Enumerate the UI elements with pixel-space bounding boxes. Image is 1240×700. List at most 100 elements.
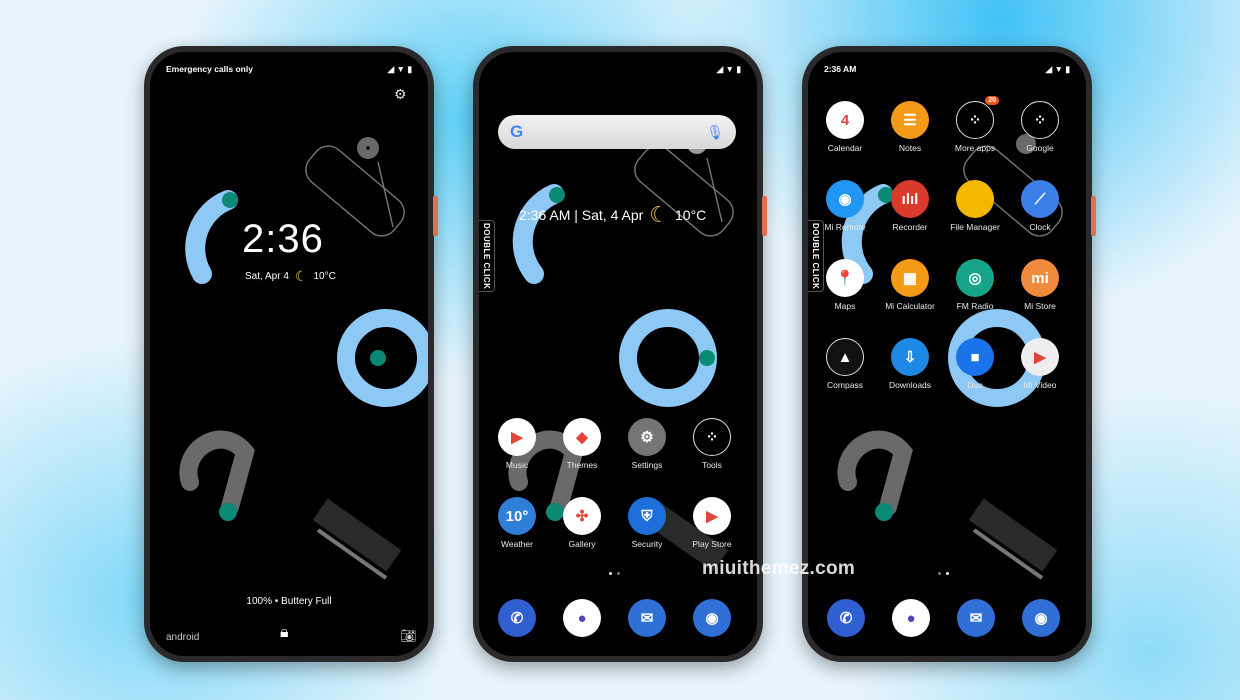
status-icons: ◢ ▼ ▮ (387, 63, 412, 74)
icon-glyph: ● (577, 609, 587, 627)
app-label: Compass (827, 380, 863, 390)
app-gallery[interactable]: ✣ Gallery (550, 497, 614, 549)
icon-glyph: ▦ (902, 270, 918, 287)
app-play-store[interactable]: ▶ Play Store (680, 497, 744, 549)
lock-date-weather: Sat, Apr 4 ☾ 10°C (245, 268, 336, 285)
app-duo[interactable]: ■ Duo (943, 338, 1007, 390)
app-notes[interactable]: ☰ Notes (878, 101, 942, 153)
app-compass[interactable]: ▲ Compass (813, 338, 877, 390)
icon-glyph: 📍 (835, 270, 855, 287)
app-label: Play Store (692, 539, 732, 549)
notes-icon: ☰ (891, 101, 929, 139)
app-tools[interactable]: ⁘ Tools (680, 418, 744, 470)
dock-camera-button[interactable]: ◉ (680, 599, 744, 637)
icon-glyph: ✆ (839, 610, 853, 627)
app-label: Music (505, 460, 529, 470)
double-click-tab[interactable]: DOUBLE CLICK (479, 220, 495, 292)
clock-weather-widget[interactable]: 2:36 AM | Sat, 4 Apr ☾ 10°C (519, 202, 706, 228)
app-clock[interactable]: ⟋ Clock (1008, 180, 1072, 232)
app-label: File Manager (950, 222, 1000, 232)
microphone-icon[interactable]: 🎙︎ (706, 124, 724, 141)
google-icon: ⁘ (1021, 101, 1059, 139)
app-calendar[interactable]: 4 Calendar (813, 101, 877, 153)
app-google[interactable]: ⁘ Google (1008, 101, 1072, 153)
icon-glyph: ◎ (968, 270, 982, 287)
android-logo: android (166, 632, 200, 643)
app-file-manager[interactable]: File Manager (943, 180, 1007, 232)
music-icon: ▶ (498, 418, 536, 456)
tools-icon: ⁘ (693, 418, 731, 456)
app-music[interactable]: ▶ Music (485, 418, 549, 470)
icon-glyph: ılıl (901, 190, 919, 208)
icon-glyph: ✉ (969, 610, 983, 627)
app-settings[interactable]: ⚙ Settings (615, 418, 679, 470)
browser-icon: ● (892, 599, 930, 637)
app-label: More apps (954, 143, 996, 153)
camera-icon: ◉ (1022, 599, 1060, 637)
app-mi-remote[interactable]: ◉ Mi Remote (813, 180, 877, 232)
icon-glyph: 10° (505, 507, 529, 525)
app-downloads[interactable]: ⇩ Downloads (878, 338, 942, 390)
phone-icon: ✆ (827, 599, 865, 637)
maps-icon: 📍 (826, 259, 864, 297)
notification-badge: 20 (985, 96, 999, 105)
app-security[interactable]: ⛨ Security (615, 497, 679, 549)
dock-phone-button[interactable]: ✆ (814, 599, 878, 637)
app-label: Notes (898, 143, 922, 153)
more-apps-icon: ⁘ 20 (956, 96, 999, 139)
play-store-icon: ▶ (693, 497, 731, 535)
app-label: Settings (631, 460, 663, 470)
icon-glyph: ◉ (1034, 610, 1048, 627)
app-more-apps[interactable]: ⁘ 20 More apps (943, 96, 1007, 153)
mi-video-icon: ▶ (1021, 338, 1059, 376)
camera-icon: ◉ (693, 599, 731, 637)
app-label: Security (631, 539, 663, 549)
app-themes[interactable]: ◆ Themes (550, 418, 614, 470)
phone-lockscreen: Emergency calls only ◢ ▼ ▮ ⚙ 2:36 Sat, Ap… (144, 46, 438, 662)
power-button (762, 196, 767, 236)
app-label: Clock (1029, 222, 1051, 232)
icon-glyph: ⇩ (903, 349, 917, 366)
app-mi-store[interactable]: mi Mi Store (1008, 259, 1072, 311)
app-recorder[interactable]: ılıl Recorder (878, 180, 942, 232)
app-fm-radio[interactable]: ◎ FM Radio (943, 259, 1007, 311)
gallery-icon: ✣ (563, 497, 601, 535)
security-icon: ⛨ (628, 497, 666, 535)
dock-camera-button[interactable]: ◉ (1009, 599, 1073, 637)
wallpaper (179, 137, 428, 580)
widget-time-date: 2:36 AM | Sat, 4 Apr (519, 207, 644, 223)
battery-status: 100% • Buttery Full (246, 596, 332, 607)
icon-glyph: ⛨ (641, 507, 653, 525)
app-mi-video[interactable]: ▶ Mi Video (1008, 338, 1072, 390)
dock-browser-button[interactable]: ● (879, 599, 943, 637)
icon-glyph: ⁘ (1033, 112, 1047, 129)
settings-icon[interactable]: ⚙ (394, 86, 407, 103)
app-label: Downloads (888, 380, 932, 390)
app-label: Google (1026, 143, 1054, 153)
mi-store-icon: mi (1021, 259, 1059, 297)
lock-date: Sat, Apr 4 (245, 271, 289, 282)
phone-icon: ✆ (498, 599, 536, 637)
dock-messages-button[interactable]: ✉ (944, 599, 1008, 637)
lockscreen: Emergency calls only ◢ ▼ ▮ ⚙ 2:36 Sat, Ap… (150, 52, 428, 656)
icon-glyph: ▲ (837, 348, 853, 366)
mi-calculator-icon: ▦ (891, 259, 929, 297)
icon-glyph: ⟋ (1034, 190, 1046, 208)
dock-messages-button[interactable]: ✉ (615, 599, 679, 637)
status-icons: ◢ ▼ ▮ (1045, 63, 1070, 74)
camera-icon[interactable]: 📷︎ (400, 628, 417, 644)
icon-glyph: ▶ (511, 429, 523, 446)
app-maps[interactable]: 📍 Maps (813, 259, 877, 311)
icon-glyph: ■ (970, 348, 980, 366)
lock-icon[interactable]: 🔒︎ (280, 624, 289, 642)
icon-glyph: ✣ (575, 508, 589, 525)
app-weather[interactable]: 10° Weather (485, 497, 549, 549)
dock-phone-button[interactable]: ✆ (485, 599, 549, 637)
app-label: Themes (566, 460, 598, 470)
icon-glyph: ⚙ (640, 429, 654, 446)
google-search-bar[interactable]: G 🎙︎ (498, 115, 736, 149)
dock-browser-button[interactable]: ● (550, 599, 614, 637)
app-mi-calculator[interactable]: ▦ Mi Calculator (878, 259, 942, 311)
browser-icon: ● (563, 599, 601, 637)
fm-radio-icon: ◎ (956, 259, 994, 297)
